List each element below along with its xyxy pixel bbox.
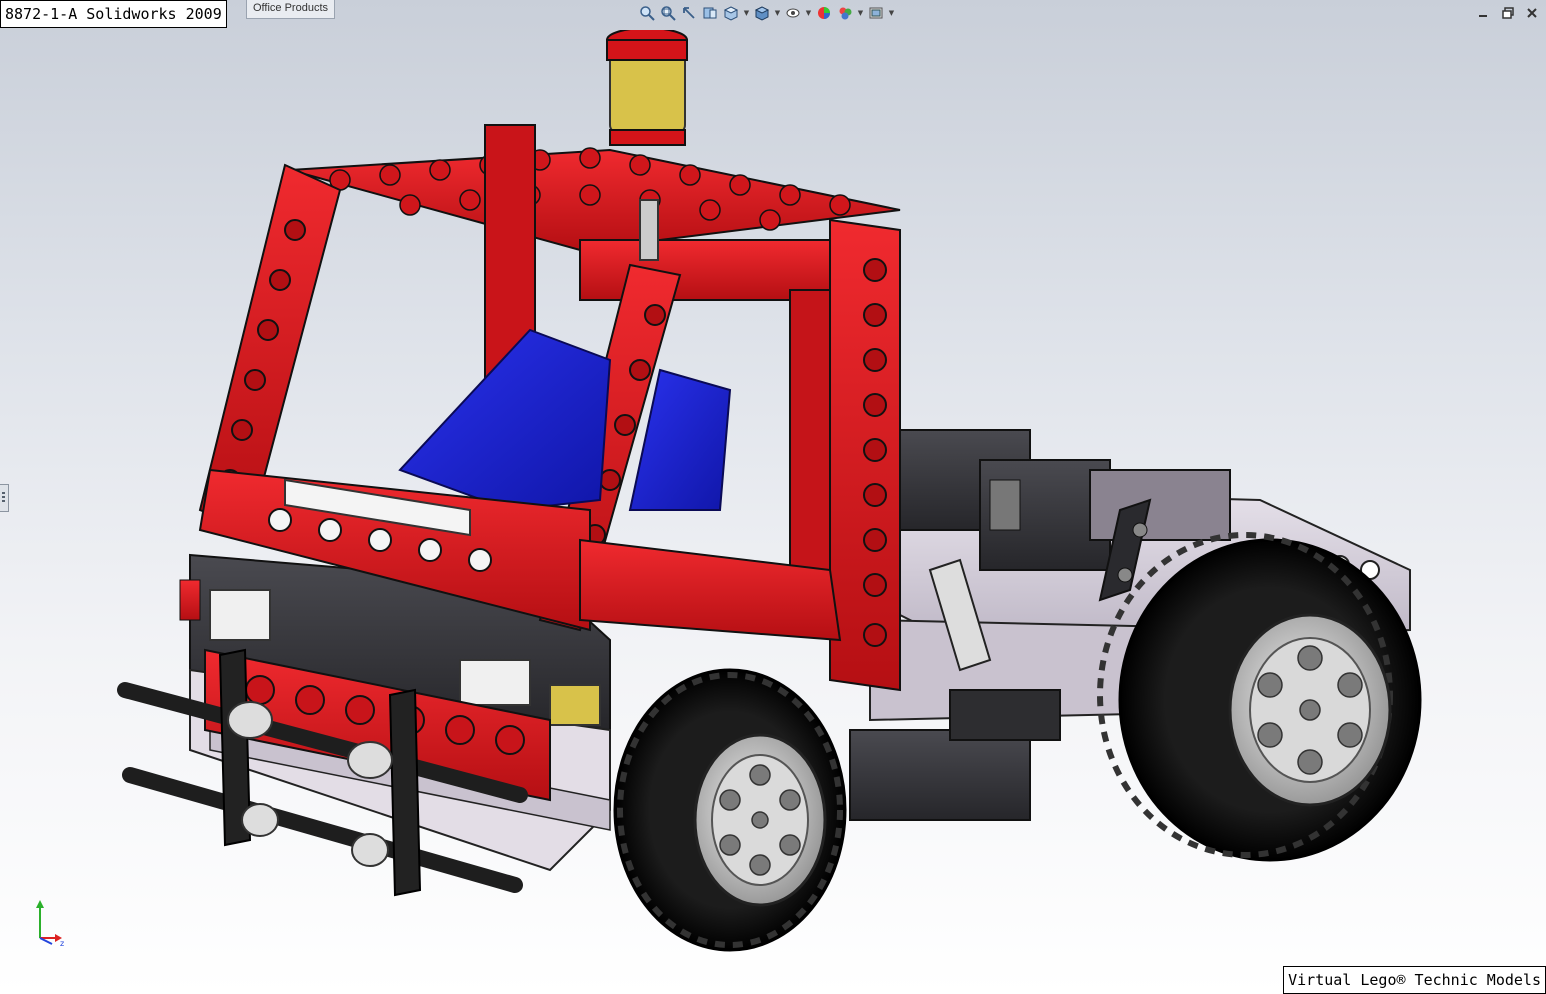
lego-truck-model[interactable] — [110, 30, 1430, 960]
minimize-icon[interactable] — [1476, 6, 1492, 20]
front-wheel — [613, 668, 847, 952]
section-view-icon[interactable] — [701, 4, 719, 22]
display-style-icon[interactable] — [753, 4, 771, 22]
heads-up-view-toolbar: ▼ ▼ ▼ ▼ ▼ — [638, 4, 895, 22]
apply-scene-dropdown-icon[interactable]: ▼ — [857, 4, 864, 22]
edit-appearance-icon[interactable] — [815, 4, 833, 22]
model-title-label: 8872-1-A Solidworks 2009 — [0, 0, 227, 28]
hide-show-items-icon[interactable] — [784, 4, 802, 22]
zoom-to-area-icon[interactable] — [659, 4, 677, 22]
window-controls — [1476, 6, 1540, 20]
view-settings-icon[interactable] — [867, 4, 885, 22]
svg-text:z: z — [60, 939, 64, 948]
zoom-to-fit-icon[interactable] — [638, 4, 656, 22]
view-orientation-dropdown-icon[interactable]: ▼ — [743, 4, 750, 22]
reference-triad: z — [36, 900, 64, 948]
previous-view-icon[interactable] — [680, 4, 698, 22]
apply-scene-icon[interactable] — [836, 4, 854, 22]
close-icon[interactable] — [1524, 6, 1540, 20]
view-orientation-icon[interactable] — [722, 4, 740, 22]
restore-icon[interactable] — [1500, 6, 1516, 20]
view-settings-dropdown-icon[interactable]: ▼ — [888, 4, 895, 22]
panel-collapse-handle[interactable] — [0, 484, 9, 512]
watermark-label: Virtual Lego® Technic Models — [1283, 966, 1546, 994]
hide-show-items-dropdown-icon[interactable]: ▼ — [805, 4, 812, 22]
graphics-area[interactable]: 8872-1-A Solidworks 2009 Office Products… — [0, 0, 1546, 994]
office-products-tab[interactable]: Office Products — [246, 0, 335, 19]
display-style-dropdown-icon[interactable]: ▼ — [774, 4, 781, 22]
